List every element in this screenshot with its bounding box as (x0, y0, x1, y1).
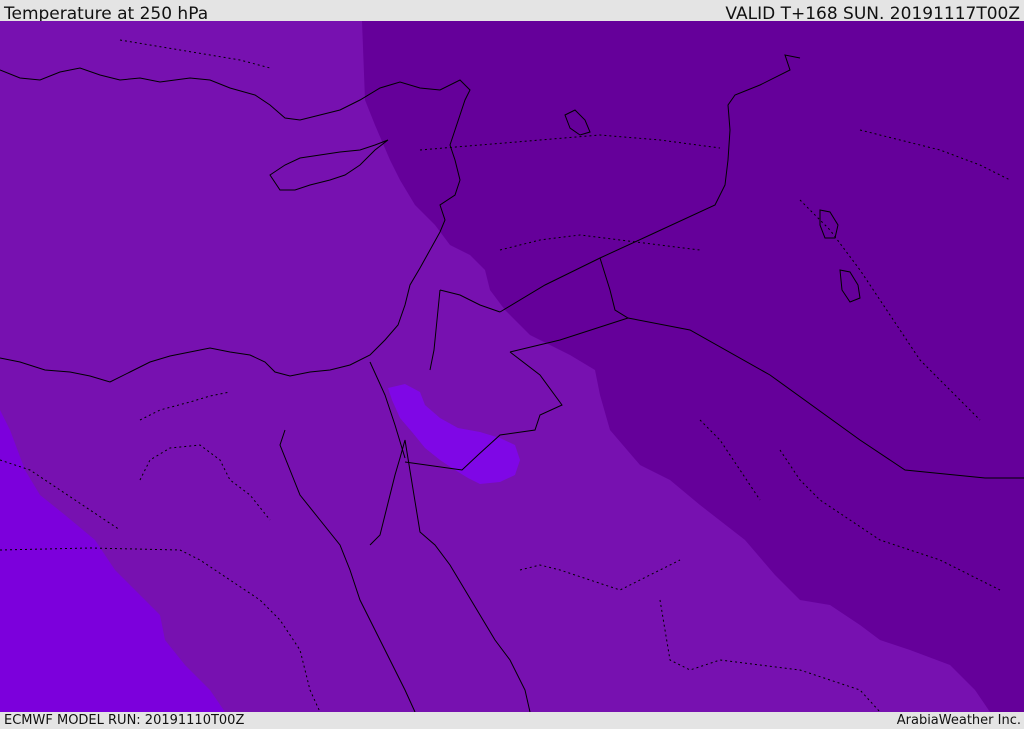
header-bar: Temperature at 250 hPa VALID T+168 SUN. … (0, 0, 1024, 24)
model-run: ECMWF MODEL RUN: 20191110T00Z (4, 713, 245, 728)
credit: ArabiaWeather Inc. (896, 713, 1021, 728)
weather-map (0, 21, 1024, 712)
footer-bar: ECMWF MODEL RUN: 20191110T00Z ArabiaWeat… (0, 712, 1024, 729)
